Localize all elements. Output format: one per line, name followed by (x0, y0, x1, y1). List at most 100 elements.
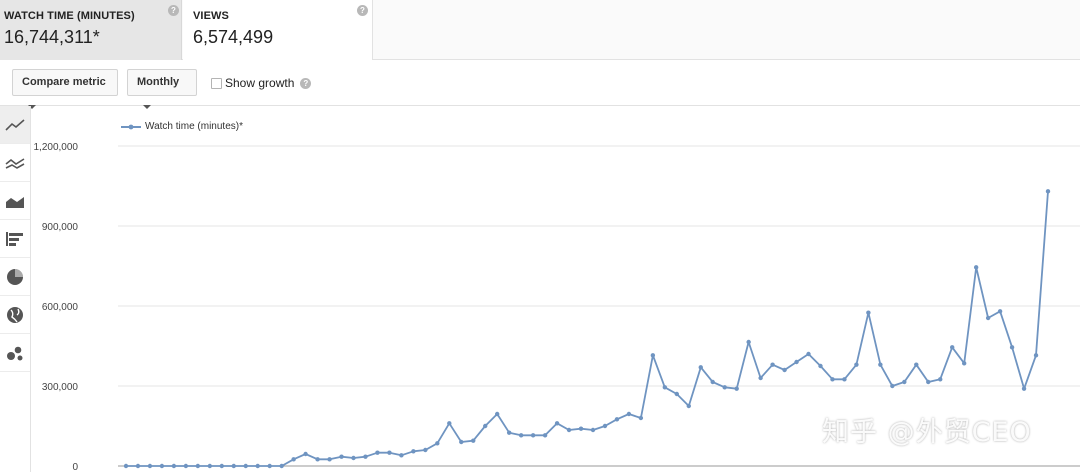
data-point[interactable] (866, 310, 871, 315)
data-point[interactable] (794, 359, 799, 365)
data-point[interactable] (387, 450, 392, 455)
data-point[interactable] (255, 463, 260, 469)
area-chart-button[interactable] (0, 182, 30, 220)
data-point[interactable] (806, 351, 811, 357)
data-point[interactable] (1021, 386, 1027, 391)
data-point[interactable] (279, 463, 284, 469)
data-point[interactable] (483, 423, 488, 429)
data-point[interactable] (578, 426, 584, 431)
data-point[interactable] (123, 463, 129, 469)
multiline-chart-button[interactable] (0, 144, 30, 182)
data-point[interactable] (219, 463, 224, 469)
help-icon[interactable]: ? (300, 77, 312, 89)
data-point[interactable] (339, 454, 344, 459)
data-point[interactable] (542, 433, 548, 438)
data-point[interactable] (530, 433, 536, 438)
data-point[interactable] (602, 423, 608, 429)
data-point[interactable] (818, 363, 823, 369)
data-point[interactable] (638, 415, 644, 421)
line-chart-icon (5, 118, 25, 131)
compare-metric-dropdown[interactable]: Compare metric (12, 69, 118, 110)
data-point[interactable] (758, 375, 763, 381)
data-point[interactable] (518, 433, 524, 438)
period-label: Monthly (137, 76, 180, 88)
data-point[interactable] (914, 362, 919, 367)
data-point[interactable] (399, 453, 404, 458)
data-point[interactable] (195, 463, 201, 469)
data-point[interactable] (351, 455, 356, 461)
data-point[interactable] (674, 391, 680, 397)
data-point[interactable] (890, 383, 895, 389)
data-point[interactable] (207, 463, 213, 469)
data-point[interactable] (1009, 345, 1015, 350)
data-point[interactable] (973, 265, 979, 270)
data-point[interactable] (854, 362, 859, 367)
data-point[interactable] (375, 450, 380, 455)
data-point[interactable] (554, 421, 560, 426)
data-point[interactable] (494, 411, 500, 417)
show-growth-checkbox[interactable] (211, 77, 222, 89)
data-point[interactable] (411, 449, 416, 454)
data-point[interactable] (626, 411, 632, 417)
data-point[interactable] (566, 427, 572, 433)
data-point[interactable] (662, 385, 668, 390)
data-point[interactable] (423, 447, 428, 453)
period-dropdown[interactable]: Monthly (127, 69, 197, 110)
pie-chart-button[interactable] (0, 258, 30, 296)
data-point[interactable] (315, 457, 320, 462)
data-point[interactable] (459, 439, 464, 445)
data-point[interactable] (363, 454, 368, 459)
data-point[interactable] (830, 377, 835, 382)
data-point[interactable] (447, 421, 452, 426)
data-point[interactable] (722, 385, 727, 390)
y-tick-label: 1,200,000 (34, 142, 79, 153)
data-point[interactable] (291, 457, 296, 462)
show-growth-toggle[interactable]: Show growth ? (211, 76, 312, 90)
metric-card-views[interactable]: VIEWS 6,574,499 ? (183, 0, 373, 60)
data-point[interactable] (435, 441, 440, 446)
data-point[interactable] (698, 365, 703, 370)
map-chart-button[interactable] (0, 296, 30, 334)
data-point[interactable] (171, 463, 177, 469)
data-point[interactable] (1045, 189, 1051, 194)
data-point[interactable] (135, 463, 141, 469)
data-point[interactable] (734, 386, 739, 391)
compare-metric-label: Compare metric (22, 76, 106, 88)
data-point[interactable] (686, 403, 691, 409)
data-point[interactable] (878, 362, 883, 367)
data-point[interactable] (267, 463, 272, 469)
data-point[interactable] (985, 315, 991, 321)
data-point[interactable] (590, 427, 596, 433)
help-icon[interactable]: ? (357, 5, 368, 16)
data-point[interactable] (902, 379, 907, 385)
data-point[interactable] (770, 362, 775, 367)
data-point[interactable] (147, 463, 153, 469)
line-chart-button[interactable] (0, 106, 30, 144)
data-point[interactable] (938, 377, 943, 382)
data-point[interactable] (327, 457, 332, 462)
data-point[interactable] (842, 377, 847, 382)
bar-chart-button[interactable] (0, 220, 30, 258)
data-point[interactable] (159, 463, 165, 469)
bar-chart-icon (6, 231, 23, 246)
data-point[interactable] (950, 345, 955, 350)
data-point[interactable] (1033, 353, 1039, 358)
data-point[interactable] (303, 451, 308, 457)
data-point[interactable] (961, 361, 967, 366)
data-point[interactable] (506, 430, 512, 435)
data-point[interactable] (710, 379, 715, 385)
data-point[interactable] (650, 353, 656, 358)
data-point[interactable] (243, 463, 248, 469)
bubble-chart-button[interactable] (0, 334, 30, 372)
data-point[interactable] (997, 309, 1003, 314)
data-point[interactable] (926, 379, 931, 385)
data-point[interactable] (231, 463, 236, 469)
chart-legend: Watch time (minutes)* (121, 121, 243, 132)
data-point[interactable] (782, 367, 787, 373)
data-point[interactable] (471, 438, 476, 443)
data-point[interactable] (614, 417, 620, 422)
data-point[interactable] (746, 339, 751, 345)
metric-card-watch-time[interactable]: WATCH TIME (MINUTES) 16,744,311* ? (0, 0, 182, 60)
data-point[interactable] (183, 463, 189, 469)
help-icon[interactable]: ? (168, 5, 179, 16)
